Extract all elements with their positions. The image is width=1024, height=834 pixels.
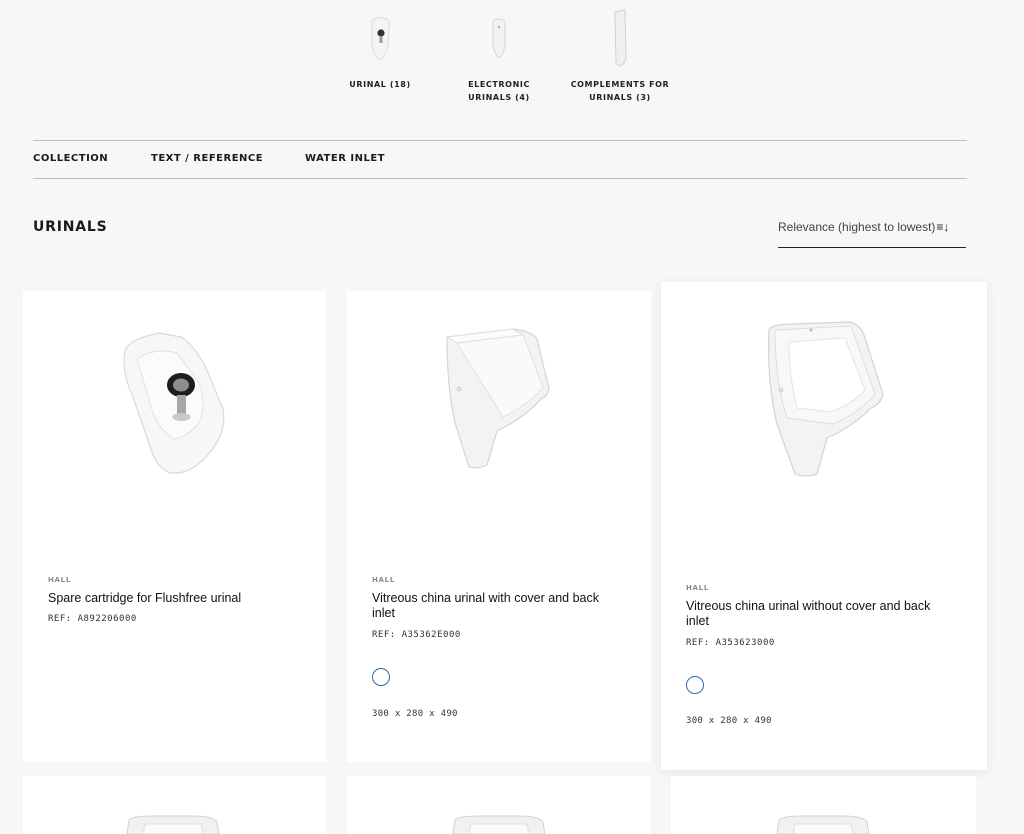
product-dimensions: 300 x 280 x 490 xyxy=(372,709,458,719)
category-complements-label-2: URINALS (3) xyxy=(589,93,651,102)
category-electronic-label-1: ELECTRONIC xyxy=(468,80,530,89)
filter-collection[interactable]: COLLECTION xyxy=(33,153,108,164)
product-image-cartridge xyxy=(123,332,225,474)
product-ref: REF: A35362E000 xyxy=(372,630,461,640)
urinal-icon xyxy=(371,16,390,61)
product-name-line-1[interactable]: Vitreous china urinal without cover and … xyxy=(686,599,976,614)
product-ref: REF: A892206000 xyxy=(48,614,137,624)
electronic-urinal-icon xyxy=(492,18,506,59)
product-name-line-2[interactable]: inlet xyxy=(372,606,395,621)
product-brand: HALL xyxy=(686,584,709,592)
product-brand: HALL xyxy=(48,576,71,584)
category-complements-label-1: COMPLEMENTS FOR xyxy=(570,80,670,89)
filter-bar-top-divider xyxy=(33,140,967,141)
product-image-urinal xyxy=(452,815,546,834)
sort-dropdown[interactable]: Relevance (highest to lowest)≡↓ xyxy=(778,214,966,248)
sort-desc-icon: ≡↓ xyxy=(936,220,950,234)
category-urinal-label: URINAL (18) xyxy=(349,80,411,89)
category-complements[interactable]: COMPLEMENTS FOR URINALS (3) xyxy=(564,8,676,104)
product-card[interactable] xyxy=(671,776,976,834)
urinal-divider-icon xyxy=(614,9,627,67)
category-electronic-urinals[interactable]: ELECTRONIC URINALS (4) xyxy=(458,14,540,104)
color-swatch[interactable] xyxy=(686,676,704,694)
sort-label: Relevance (highest to lowest) xyxy=(778,220,936,234)
product-dimensions: 300 x 280 x 490 xyxy=(686,716,772,726)
product-card[interactable]: HALL Vitreous china urinal without cover… xyxy=(661,282,987,770)
color-swatch[interactable] xyxy=(372,668,390,686)
product-name[interactable]: Spare cartridge for Flushfree urinal xyxy=(48,591,308,606)
filter-text-reference[interactable]: TEXT / REFERENCE xyxy=(151,153,263,164)
product-image-urinal-with-cover xyxy=(445,328,550,469)
filter-water-inlet[interactable]: WATER INLET xyxy=(305,153,385,164)
product-card[interactable] xyxy=(23,776,326,834)
category-urinal[interactable]: URINAL (18) xyxy=(340,14,420,91)
product-image-urinal-without-cover xyxy=(768,321,884,477)
product-ref: REF: A353623000 xyxy=(686,638,775,648)
product-card[interactable]: HALL Spare cartridge for Flushfree urina… xyxy=(23,291,326,762)
category-electronic-label-2: URINALS (4) xyxy=(468,93,530,102)
page-title: URINALS xyxy=(33,219,108,235)
product-name-line-2[interactable]: inlet xyxy=(686,614,709,629)
product-card[interactable]: HALL Vitreous china urinal with cover an… xyxy=(347,291,651,762)
product-brand: HALL xyxy=(372,576,395,584)
product-image-urinal xyxy=(776,815,870,834)
product-image-urinal xyxy=(126,815,220,834)
product-card[interactable] xyxy=(347,776,651,834)
filter-bar-bottom-divider xyxy=(33,178,967,179)
product-name-line-1[interactable]: Vitreous china urinal with cover and bac… xyxy=(372,591,634,606)
